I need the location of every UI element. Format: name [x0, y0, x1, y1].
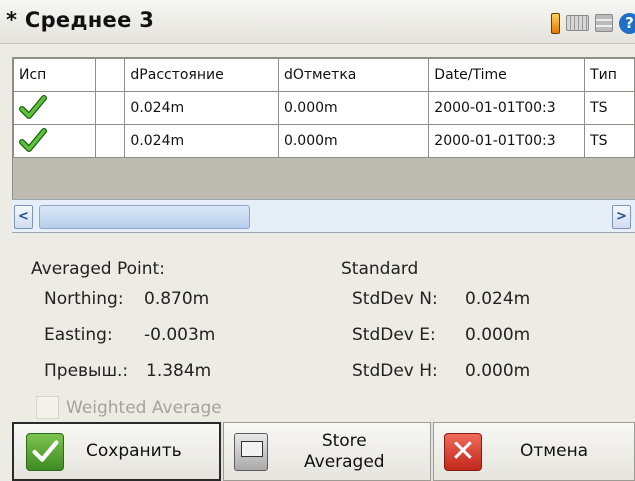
observations-table: Исп dРасстояние dОтметка Date/Time Тип 0… — [13, 58, 635, 158]
d-elevation-cell: 0.000m — [277, 124, 430, 158]
cancel-label: Отмена — [520, 441, 589, 461]
column-header-use[interactable]: Исп — [13, 58, 96, 92]
datetime-cell: 2000-01-01T00:3 — [428, 91, 586, 125]
stddev-e-label: StdDev E: — [352, 325, 436, 345]
stddev-h-label: StdDev H: — [352, 361, 438, 381]
title-bar: * Среднее 3 ? — [0, 0, 635, 44]
stddev-e-value: 0.000m — [465, 325, 531, 345]
table-row[interactable]: 0.024m 0.000m 2000-01-01T00:3 TS — [13, 124, 635, 158]
column-header-d-distance[interactable]: dРасстояние — [124, 58, 279, 92]
checkmark-icon[interactable] — [19, 95, 47, 121]
store-averaged-button[interactable]: Store Averaged — [223, 422, 431, 481]
battery-icon[interactable] — [551, 12, 560, 34]
column-header-datetime[interactable]: Date/Time — [428, 58, 586, 92]
datetime-cell: 2000-01-01T00:3 — [428, 124, 586, 158]
scrollbar-thumb[interactable] — [39, 205, 250, 229]
type-cell: TS — [584, 124, 635, 158]
observations-table-area: Исп dРасстояние dОтметка Date/Time Тип 0… — [12, 57, 635, 199]
northing-label: Northing: — [44, 289, 124, 309]
use-checkbox-cell[interactable] — [13, 124, 96, 158]
store-averaged-line2: Averaged — [304, 451, 385, 472]
northing-value: 0.870m — [144, 289, 210, 309]
stddev-n-value: 0.024m — [465, 289, 531, 309]
help-icon[interactable]: ? — [619, 12, 635, 34]
standard-heading: Standard — [341, 259, 419, 279]
status-tray: ? — [551, 12, 635, 34]
horizontal-scrollbar[interactable]: < > — [12, 199, 635, 233]
scroll-left-icon[interactable]: < — [14, 205, 33, 229]
blank-cell — [94, 91, 126, 125]
height-value: 1.384m — [146, 361, 212, 381]
save-button[interactable]: Сохранить — [12, 422, 221, 481]
blank-cell — [94, 124, 126, 158]
use-checkbox-cell[interactable] — [13, 91, 96, 125]
column-header-blank[interactable] — [94, 58, 126, 92]
save-label: Сохранить — [86, 441, 182, 461]
controller-icon — [234, 432, 268, 471]
ok-check-icon — [26, 432, 64, 471]
store-averaged-label: Store Averaged — [304, 431, 385, 473]
table-header-row: Исп dРасстояние dОтметка Date/Time Тип — [13, 58, 635, 92]
cancel-x-icon: ✕ — [444, 432, 482, 471]
d-distance-cell: 0.024m — [124, 124, 279, 158]
easting-label: Easting: — [44, 325, 113, 345]
d-elevation-cell: 0.000m — [277, 91, 430, 125]
footer-button-bar: Сохранить Store Averaged ✕ Отмена — [12, 422, 635, 481]
weighted-average-label: Weighted Average — [66, 397, 222, 418]
height-label: Превыш.: — [44, 361, 129, 381]
keyboard-icon[interactable] — [566, 15, 589, 31]
type-cell: TS — [584, 91, 635, 125]
d-distance-cell: 0.024m — [124, 91, 279, 125]
window-title: * Среднее 3 — [6, 8, 155, 32]
stddev-h-value: 0.000m — [465, 361, 531, 381]
store-averaged-line1: Store — [321, 430, 367, 451]
gnss-status-icon[interactable] — [595, 14, 613, 32]
averaged-point-heading: Averaged Point: — [31, 259, 165, 279]
scroll-right-icon[interactable]: > — [612, 205, 631, 229]
checkmark-icon[interactable] — [19, 128, 47, 154]
column-header-d-elevation[interactable]: dОтметка — [277, 58, 430, 92]
table-row[interactable]: 0.024m 0.000m 2000-01-01T00:3 TS — [13, 91, 635, 125]
cancel-button[interactable]: ✕ Отмена — [433, 422, 635, 481]
stddev-n-label: StdDev N: — [352, 289, 438, 309]
easting-value: -0.003m — [144, 325, 216, 345]
weighted-average-checkbox — [36, 396, 59, 419]
column-header-type[interactable]: Тип — [584, 58, 635, 92]
weighted-average-option: Weighted Average — [36, 396, 222, 419]
